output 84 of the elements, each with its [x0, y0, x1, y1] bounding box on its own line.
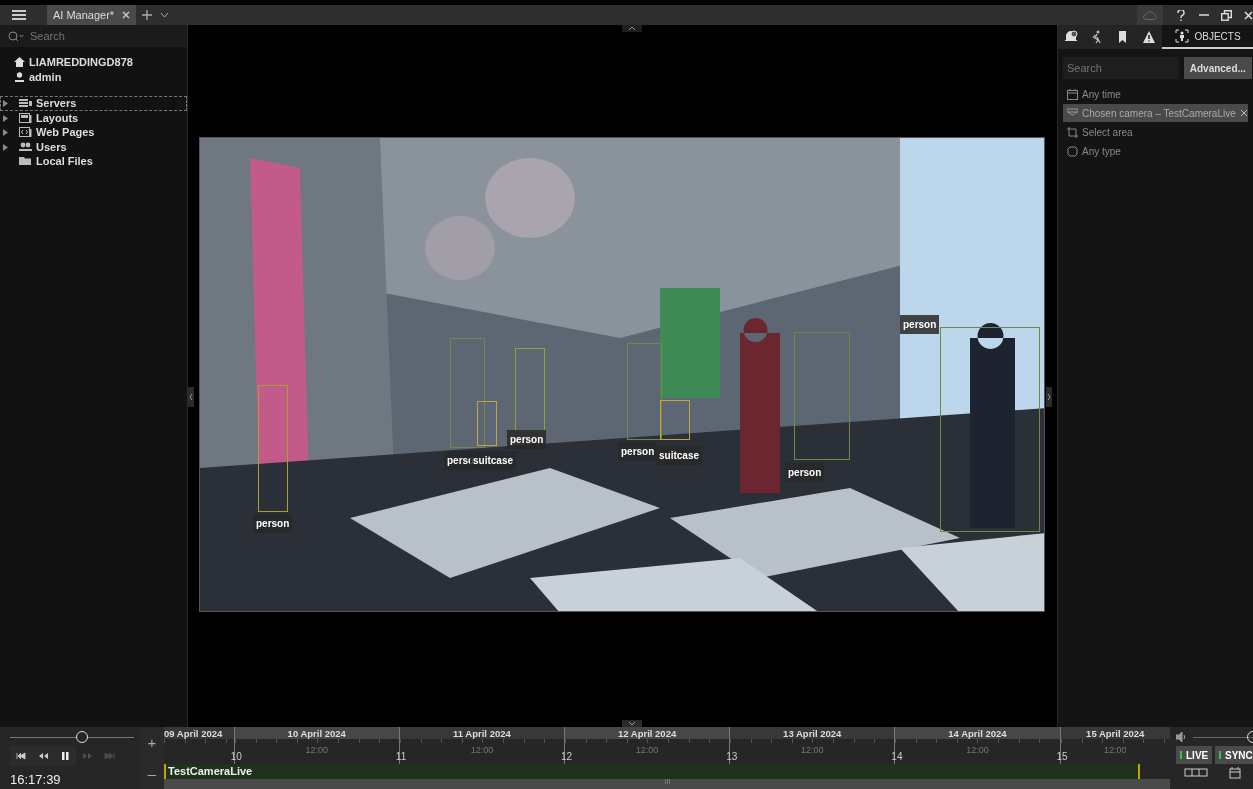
pause-icon[interactable]: [59, 750, 71, 761]
date-label: 13 April 2024: [730, 727, 895, 739]
current-time: 16:17:39: [10, 770, 62, 789]
tree-item[interactable]: Servers: [0, 96, 187, 111]
search-input[interactable]: Search: [28, 26, 168, 46]
search-field[interactable]: Search: [1063, 57, 1179, 79]
live-button[interactable]: LIVE: [1176, 746, 1213, 764]
filter-chip[interactable]: Select area: [1063, 123, 1248, 141]
time-label: 12:00: [801, 744, 824, 757]
filter-chip[interactable]: Any time: [1063, 85, 1248, 103]
skip-back-icon[interactable]: [15, 750, 27, 761]
volume-icon[interactable]: [1176, 732, 1187, 742]
rewind-icon[interactable]: [37, 750, 49, 761]
folder-icon: [19, 156, 32, 167]
close-icon[interactable]: [1244, 10, 1253, 20]
bell-icon: [1064, 30, 1078, 44]
time-label: 12:00: [305, 744, 328, 757]
filter-chip[interactable]: Any type: [1063, 142, 1248, 160]
zoom-in-button[interactable]: +: [147, 735, 157, 750]
speed-slider[interactable]: [10, 731, 134, 742]
home-icon: [14, 57, 25, 68]
server-name: LIAMREDDINGD878: [29, 55, 133, 70]
time-label: 12:00: [966, 744, 989, 757]
date-label: 10 April 2024: [234, 727, 399, 739]
detection-label: person: [618, 442, 658, 461]
hour-label: 13: [726, 750, 738, 764]
user-name: admin: [29, 69, 62, 85]
detection-label: person: [900, 315, 940, 334]
panel-tab[interactable]: [1058, 25, 1084, 49]
tree-item[interactable]: Web Pages: [0, 125, 187, 140]
advanced-button[interactable]: Advanced...: [1183, 57, 1252, 79]
collapse-up-icon[interactable]: [622, 25, 642, 32]
panel-tab[interactable]: [1136, 25, 1162, 49]
panel-left-icon[interactable]: [188, 387, 194, 407]
detection-label: suitcase: [656, 446, 703, 465]
hour-label: 12: [561, 750, 573, 764]
layout-icon: [19, 112, 32, 123]
expand-arrow-icon[interactable]: [3, 143, 8, 151]
tree-item[interactable]: Local Files: [0, 154, 187, 169]
user-icon: [14, 71, 25, 82]
close-icon[interactable]: [122, 11, 131, 19]
filter-chip[interactable]: Chosen camera – TestCameraLive: [1063, 104, 1248, 122]
sync-button[interactable]: SYNC: [1215, 746, 1253, 764]
calendar-icon: [1067, 88, 1078, 100]
date-label: 09 April 2024: [164, 727, 234, 739]
restore-icon[interactable]: [1221, 9, 1232, 21]
hour-label: 15: [1056, 750, 1068, 764]
date-label: 11 April 2024: [399, 727, 564, 739]
date-label: 12 April 2024: [565, 727, 730, 739]
expand-arrow-icon[interactable]: [3, 129, 8, 136]
remove-icon[interactable]: [1239, 109, 1248, 117]
select-area-icon: [1067, 126, 1078, 138]
collapse-down-icon[interactable]: [622, 720, 642, 727]
shape-icon: [1067, 145, 1078, 157]
detection-label: person: [507, 430, 547, 449]
hour-label: 10: [230, 750, 242, 764]
web-page-icon: [19, 127, 32, 138]
zoom-out-button[interactable]: –: [147, 766, 157, 781]
detection-label: person: [785, 463, 825, 482]
expand-arrow-icon[interactable]: [3, 100, 8, 107]
date-label: 14 April 2024: [895, 727, 1060, 739]
users-icon: [19, 141, 32, 152]
date-label: 15 April 2024: [1060, 727, 1170, 739]
hour-label: 14: [891, 750, 903, 764]
camera-track: TestCameraLive: [164, 764, 1140, 779]
search-icon[interactable]: [8, 30, 24, 42]
panel-right-icon[interactable]: [1046, 387, 1052, 407]
time-label: 12:00: [1103, 744, 1127, 757]
server-icon: [19, 98, 32, 109]
search-field[interactable]: Search: [0, 25, 187, 47]
help-icon[interactable]: [1177, 9, 1185, 21]
object-detection-icon: [1175, 29, 1190, 43]
camera-icon: [1067, 107, 1078, 119]
time-label: 12:00: [470, 744, 494, 757]
tree-item[interactable]: Layouts: [0, 110, 187, 125]
chevron-down-icon[interactable]: [160, 12, 170, 18]
add-tab-icon[interactable]: [142, 10, 153, 20]
detection-label: person: [253, 514, 293, 533]
time-label: 12:00: [635, 744, 659, 757]
expand-arrow-icon[interactable]: [3, 114, 8, 122]
warning-icon: [1142, 30, 1156, 44]
menu-icon[interactable]: [12, 9, 26, 21]
hour-label: 11: [395, 750, 407, 764]
tree-item[interactable]: Users: [0, 139, 187, 154]
